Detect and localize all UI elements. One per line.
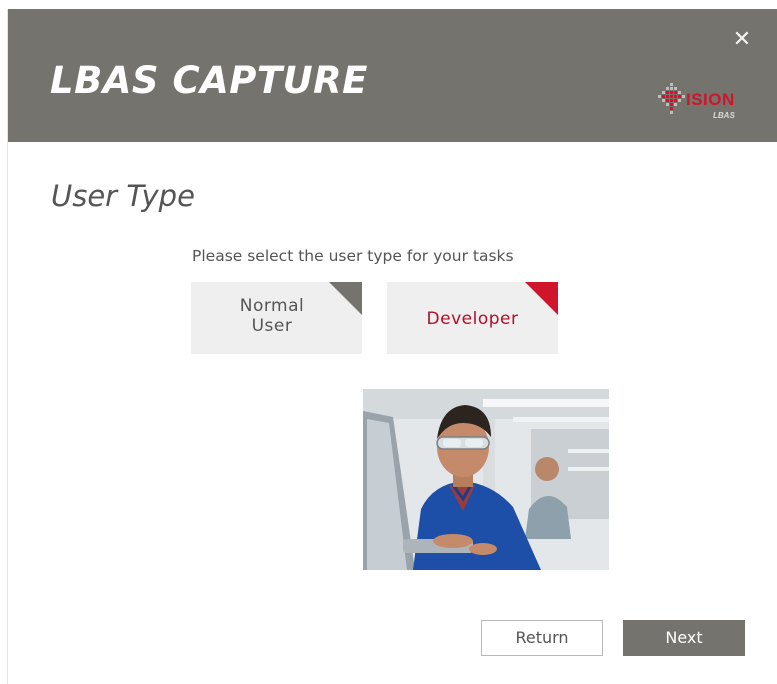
user-type-normal-text: Normal User xyxy=(239,296,305,336)
vision-logo: ISION LBAS xyxy=(658,83,748,123)
user-type-normal-label: Normal User xyxy=(191,282,353,354)
setup-window: LBAS CAPTURE ✕ ISION LBAS User Type Plea… xyxy=(7,9,777,684)
logo-subtitle: LBAS xyxy=(713,111,735,120)
return-button[interactable]: Return xyxy=(481,620,603,656)
developer-illustration xyxy=(363,389,609,570)
user-type-developer-text: Developer xyxy=(426,308,519,329)
developer-photo xyxy=(363,389,609,570)
vision-logo-icon xyxy=(658,83,685,114)
user-type-normal-option[interactable]: Normal User xyxy=(191,282,362,354)
user-type-developer-label: Developer xyxy=(387,282,558,354)
page-title: User Type xyxy=(51,179,195,213)
app-title: LBAS CAPTURE xyxy=(50,59,368,102)
user-type-developer-option[interactable]: Developer xyxy=(387,282,558,354)
instruction-text: Please select the user type for your tas… xyxy=(192,247,514,265)
header-bar: LBAS CAPTURE ✕ ISION LBAS xyxy=(8,9,777,142)
logo-wordmark: ISION xyxy=(686,90,735,109)
next-button[interactable]: Next xyxy=(623,620,745,656)
close-icon: ✕ xyxy=(732,27,752,52)
close-button[interactable]: ✕ xyxy=(730,28,754,52)
